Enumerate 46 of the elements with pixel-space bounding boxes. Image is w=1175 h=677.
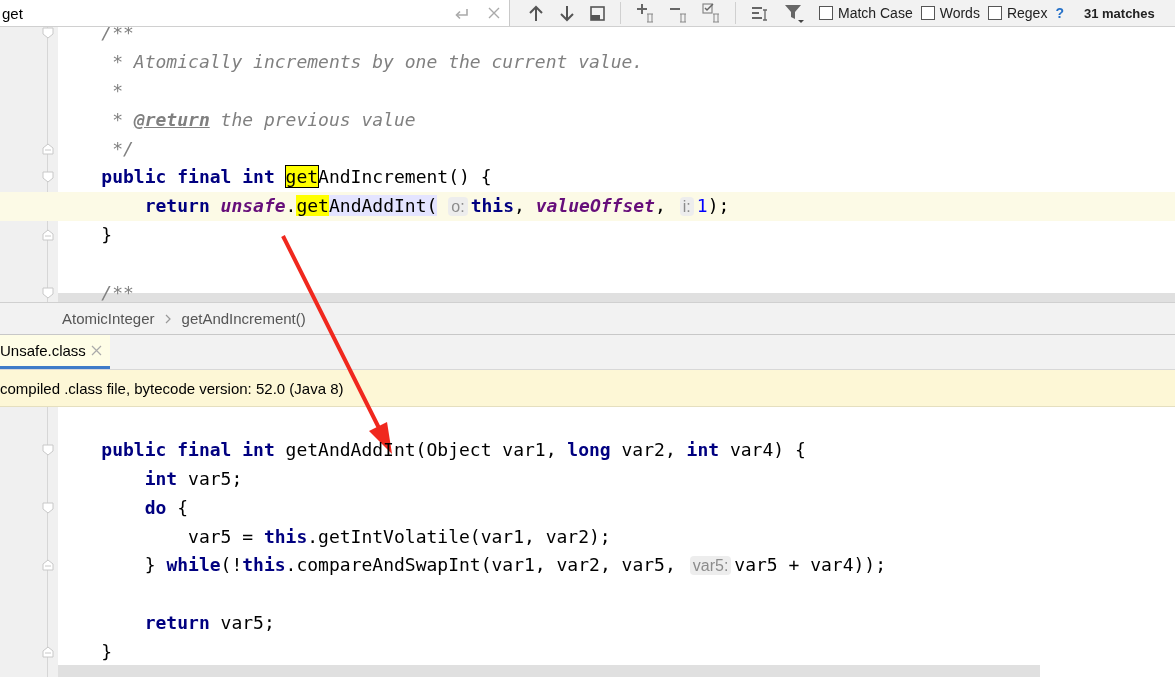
code-line: return var5; (143, 613, 275, 632)
window-icon[interactable] (590, 5, 605, 21)
code-line: * @return the previous value (111, 110, 416, 129)
checkbox[interactable]: Words (920, 5, 980, 21)
chevron-right-icon (164, 313, 172, 324)
code-line: public final int getAndIncrement() { (100, 168, 492, 187)
code-line: } (100, 642, 113, 661)
select-all-icon[interactable] (702, 3, 720, 23)
help-link[interactable]: ? (1055, 5, 1064, 21)
up-arrow-icon[interactable] (528, 4, 544, 22)
breadcrumb[interactable]: AtomicInteger (62, 310, 155, 327)
fold-marker-icon[interactable] (42, 645, 54, 658)
down-arrow-icon[interactable] (559, 4, 575, 22)
close-icon[interactable] (90, 345, 102, 356)
add-occurrence-icon[interactable] (636, 3, 654, 23)
code-line: */ (111, 139, 134, 158)
code-line: /** (100, 283, 134, 302)
banner-text: compiled .class file, bytecode version: 52.0 (Java 8) (0, 379, 344, 397)
fold-marker-icon[interactable] (42, 444, 54, 457)
fold-marker-icon[interactable] (42, 228, 54, 241)
scrollbar[interactable] (58, 665, 1040, 677)
code-line: /** (100, 27, 134, 43)
code-line: * (111, 82, 124, 100)
breadcrumb[interactable]: getAndIncrement() (181, 310, 306, 327)
search-field[interactable]: get (0, 0, 510, 26)
code-line: } while(!this.compareAndSwapInt(var1, var2, var5, var5: var5 + var4)); (143, 555, 887, 575)
code-line: public final int getAndAddInt(Object var1, long var2, int var4) { (100, 441, 806, 460)
code-line: do { (143, 498, 189, 517)
fold-marker-icon[interactable] (42, 27, 54, 40)
filter-lines-icon[interactable] (751, 4, 769, 22)
code-line: } (100, 225, 113, 244)
checkbox[interactable]: Match Case (819, 5, 913, 21)
fold-marker-icon[interactable] (42, 171, 54, 184)
code-line: var5 = this.getIntVolatile(var1, var2); (187, 527, 611, 546)
editor-tab[interactable]: Unsafe.class (0, 335, 110, 369)
code-line: return unsafe.getAndAddInt( o: this, valueOffset, i: 1); (143, 196, 730, 216)
fold-marker-icon[interactable] (42, 142, 54, 155)
fold-marker-icon[interactable] (42, 501, 54, 514)
fold-marker-icon[interactable] (42, 286, 54, 299)
code-line: int var5; (143, 470, 243, 488)
code-line: * Atomically increments by one the current value. (111, 53, 644, 72)
close-icon[interactable] (487, 6, 501, 20)
fold-marker-icon[interactable] (42, 559, 54, 572)
match-count: 31 matches (1083, 5, 1155, 21)
checkbox[interactable]: Regex (987, 5, 1048, 21)
filter-icon[interactable] (784, 2, 805, 24)
